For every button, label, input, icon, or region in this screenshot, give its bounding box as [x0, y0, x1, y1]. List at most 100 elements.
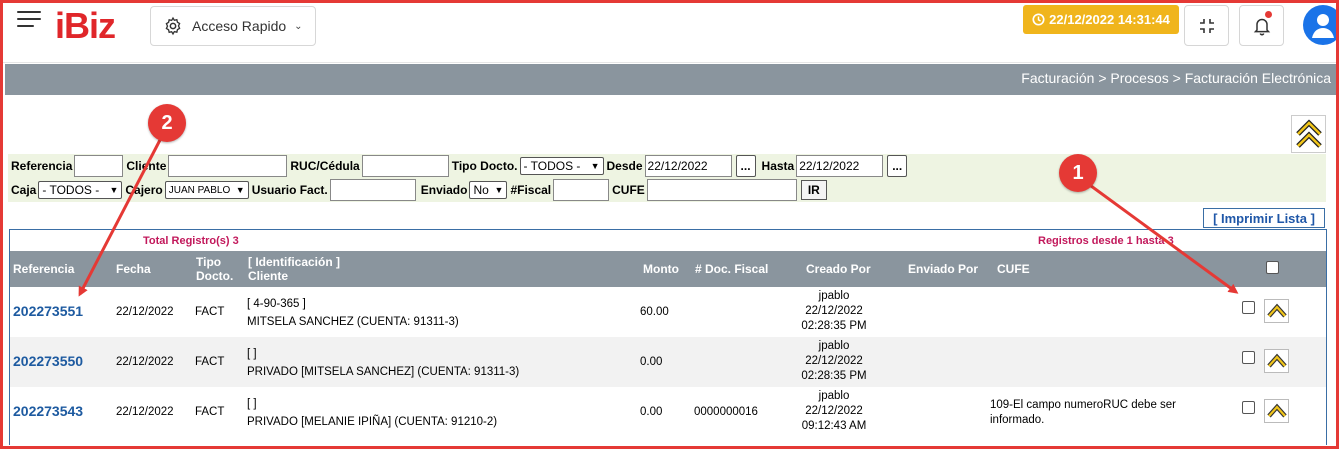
col-cufe[interactable]: CUFE — [997, 262, 1030, 276]
col-monto[interactable]: Monto — [643, 262, 679, 276]
datetime-badge: 22/12/2022 14:31:44 — [1023, 5, 1179, 34]
total-records: Total Registro(s) 3 — [143, 235, 239, 247]
col-referencia[interactable]: Referencia — [13, 262, 74, 276]
reference-link[interactable]: 202273551 — [13, 304, 83, 319]
results-panel: Total Registro(s) 3 Registros desde 1 ha… — [9, 229, 1327, 445]
row-checkbox[interactable] — [1242, 351, 1255, 364]
col-fecha[interactable]: Fecha — [116, 262, 151, 276]
usuario-label: Usuario Fact. — [251, 183, 328, 197]
reference-link[interactable]: 202273543 — [13, 404, 83, 419]
usuario-input[interactable] — [329, 179, 416, 201]
col-doc-fiscal[interactable]: # Doc. Fiscal — [695, 262, 768, 276]
hasta-picker-button[interactable]: ... — [887, 155, 908, 177]
notifications-button[interactable] — [1239, 5, 1284, 46]
row-creado-date: 22/12/2022 — [805, 405, 863, 417]
row-tipo: FACT — [195, 356, 225, 368]
print-list-link[interactable]: [ Imprimir Lista ] — [1203, 208, 1325, 228]
chevron-up-icon — [1266, 303, 1287, 318]
cliente-input[interactable] — [168, 155, 288, 177]
col-ident-line2: Cliente — [248, 269, 289, 283]
row-fecha: 22/12/2022 — [116, 406, 174, 418]
chevron-down-icon: ▼ — [109, 185, 119, 195]
row-action-button[interactable] — [1264, 299, 1289, 323]
cliente-label: Cliente — [126, 159, 167, 173]
row-creado-time: 02:28:35 PM — [801, 370, 867, 382]
user-icon — [1312, 14, 1334, 38]
row-identificacion: [ ] — [247, 398, 257, 410]
datetime-text: 22/12/2022 14:31:44 — [1049, 12, 1170, 27]
select-all-checkbox[interactable] — [1266, 261, 1279, 274]
caja-select-value: - TODOS - — [42, 183, 100, 197]
cajero-select[interactable]: JUAN PABLO ▼ — [164, 181, 249, 199]
table-row: 202273543 22/12/2022 FACT [ ] PRIVADO [MELAN… — [10, 387, 1326, 437]
chevron-down-icon: ▼ — [494, 185, 504, 195]
row-cufe-line2: informado. — [990, 414, 1045, 426]
chevron-up-icon — [1266, 403, 1287, 418]
hasta-label: Hasta — [761, 159, 795, 173]
row-creado-date: 22/12/2022 — [805, 305, 863, 317]
table-row: 202273551 22/12/2022 FACT [ 4-90-365 ] MITSE… — [10, 287, 1326, 337]
chevron-down-icon: ▼ — [590, 161, 600, 171]
fullscreen-exit-button[interactable] — [1184, 5, 1229, 46]
fiscal-input[interactable] — [553, 179, 610, 201]
breadcrumb: Facturación > Procesos > Facturación Ele… — [5, 64, 1336, 95]
reference-link[interactable]: 202273550 — [13, 354, 83, 369]
referencia-input[interactable] — [74, 155, 124, 177]
table-header: Referencia Fecha Tipo Docto. [ Identifica… — [10, 251, 1326, 287]
row-action-button[interactable] — [1264, 399, 1289, 423]
row-creado-user: jpablo — [818, 340, 850, 352]
row-creado-time: 09:12:43 AM — [801, 420, 867, 432]
referencia-label: Referencia — [11, 159, 73, 173]
notification-dot — [1265, 11, 1272, 18]
row-checkbox[interactable] — [1242, 401, 1255, 414]
user-avatar[interactable] — [1303, 5, 1339, 45]
desde-picker-button[interactable]: ... — [735, 155, 756, 177]
row-creado-date: 22/12/2022 — [805, 355, 863, 367]
ruc-input[interactable] — [361, 155, 449, 177]
row-creado-user: jpablo — [818, 290, 850, 302]
row-monto: 60.00 — [640, 306, 669, 318]
gear-icon — [165, 16, 181, 36]
cufe-input[interactable] — [646, 179, 797, 201]
cajero-select-value: JUAN PABLO — [168, 184, 231, 196]
enviado-select[interactable]: No ▼ — [469, 181, 508, 199]
col-tipo[interactable]: Tipo Docto. — [196, 255, 233, 283]
tipo-label: Tipo Docto. — [451, 159, 518, 173]
enviado-select-value: No — [473, 183, 489, 197]
row-identificacion: [ ] — [247, 348, 257, 360]
col-creado-por[interactable]: Creado Por — [806, 262, 871, 276]
row-cufe-line1: 109-El campo numeroRUC debe ser — [990, 399, 1177, 411]
row-checkbox[interactable] — [1242, 301, 1255, 314]
col-identificacion[interactable]: [ Identificación ] Cliente — [248, 255, 340, 283]
top-bar: iBiz Acceso Rapido ⌄ 22/12/2022 14:31:44 — [3, 3, 1339, 63]
row-creado-por: jpablo 22/12/2022 02:28:35 PM — [786, 289, 882, 334]
fiscal-label: #Fiscal — [510, 183, 552, 197]
row-tipo: FACT — [195, 406, 225, 418]
app-logo[interactable]: iBiz — [55, 5, 116, 47]
row-creado-user: jpablo — [818, 390, 850, 402]
chevron-up-icon — [1266, 353, 1287, 368]
tipo-select[interactable]: - TODOS - ▼ — [519, 157, 604, 175]
caja-select[interactable]: - TODOS - ▼ — [38, 181, 123, 199]
row-action-button[interactable] — [1264, 349, 1289, 373]
desde-label: Desde — [606, 159, 643, 173]
row-tipo: FACT — [195, 306, 225, 318]
col-enviado-por[interactable]: Enviado Por — [908, 262, 978, 276]
tipo-select-value: - TODOS - — [523, 159, 581, 173]
quick-access-label: Acceso Rapido — [192, 18, 287, 34]
caja-label: Caja — [11, 183, 37, 197]
col-tipo-line2: Docto. — [196, 269, 234, 283]
annotation-badge-2: 2 — [148, 104, 186, 142]
search-go-button[interactable]: IR — [800, 180, 827, 200]
row-fecha: 22/12/2022 — [116, 356, 174, 368]
hasta-input[interactable]: 22/12/2022 — [796, 155, 884, 177]
scroll-top-button[interactable] — [1291, 115, 1326, 153]
row-identificacion: [ 4-90-365 ] — [247, 298, 306, 310]
annotation-badge-1: 1 — [1059, 154, 1097, 192]
row-monto: 0.00 — [640, 406, 663, 418]
double-chevron-up-icon — [1295, 119, 1322, 148]
hamburger-menu-icon[interactable] — [17, 11, 41, 29]
desde-input[interactable]: 22/12/2022 — [644, 155, 732, 177]
filter-row-1: Referencia Cliente RUC/Cédula Tipo Docto… — [8, 154, 908, 178]
quick-access-dropdown[interactable]: Acceso Rapido ⌄ — [150, 6, 316, 46]
